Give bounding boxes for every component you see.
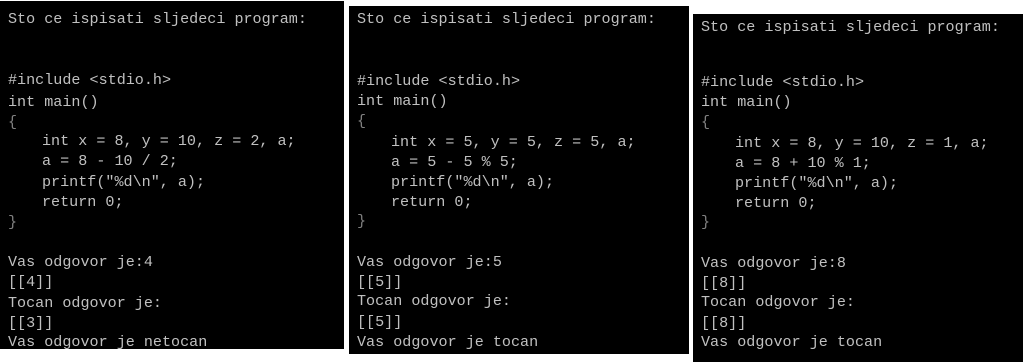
your-answer-value: [[5]]	[357, 273, 403, 291]
code-close-brace: }	[8, 213, 18, 231]
code-line: return 0;	[391, 193, 473, 211]
your-answer-value: [[8]]	[701, 274, 747, 292]
code-include: #include <stdio.h>	[701, 73, 865, 91]
correct-answer-value: [[3]]	[8, 314, 54, 332]
your-answer-value: [[4]]	[8, 273, 54, 291]
code-line: a = 8 + 10 % 1;	[735, 154, 871, 172]
code-line: printf("%d\n", a);	[735, 174, 899, 192]
console-panel-2: Sto ce ispisati sljedeci program: #inclu…	[349, 6, 689, 354]
question-title: Sto ce ispisati sljedeci program:	[8, 10, 307, 28]
your-answer-label: Vas odgovor je:4	[8, 253, 153, 271]
code-close-brace: }	[701, 213, 711, 231]
correct-answer-label: Tocan odgovor je:	[8, 294, 162, 312]
code-open-brace: {	[357, 112, 367, 130]
correct-answer-label: Tocan odgovor je:	[357, 292, 511, 310]
code-line: int x = 8, y = 10, z = 2, a;	[42, 132, 296, 150]
code-line: a = 8 - 10 / 2;	[42, 152, 178, 170]
code-close-brace: }	[357, 212, 367, 230]
code-main: int main()	[701, 93, 792, 111]
code-line: int x = 8, y = 10, z = 1, a;	[735, 134, 989, 152]
code-main: int main()	[8, 93, 99, 111]
question-title: Sto ce ispisati sljedeci program:	[701, 18, 1000, 36]
correct-answer-value: [[8]]	[701, 314, 747, 332]
console-panel-3: Sto ce ispisati sljedeci program: #inclu…	[693, 14, 1023, 362]
code-line: a = 5 - 5 % 5;	[391, 153, 518, 171]
code-line: printf("%d\n", a);	[391, 173, 555, 191]
correct-answer-label: Tocan odgovor je:	[701, 293, 855, 311]
console-panel-1: Sto ce ispisati sljedeci program: #inclu…	[0, 1, 344, 349]
code-line: return 0;	[42, 193, 124, 211]
your-answer-label: Vas odgovor je:5	[357, 253, 502, 271]
code-line: int x = 5, y = 5, z = 5, a;	[391, 133, 636, 151]
code-include: #include <stdio.h>	[8, 71, 172, 89]
correct-answer-value: [[5]]	[357, 313, 403, 331]
code-main: int main()	[357, 92, 448, 110]
code-open-brace: {	[8, 113, 18, 131]
your-answer-label: Vas odgovor je:8	[701, 254, 846, 272]
code-open-brace: {	[701, 113, 711, 131]
question-title: Sto ce ispisati sljedeci program:	[357, 10, 656, 28]
code-line: return 0;	[735, 194, 817, 212]
code-include: #include <stdio.h>	[357, 72, 521, 90]
result-text: Vas odgovor je netocan	[8, 333, 208, 349]
code-line: printf("%d\n", a);	[42, 173, 206, 191]
